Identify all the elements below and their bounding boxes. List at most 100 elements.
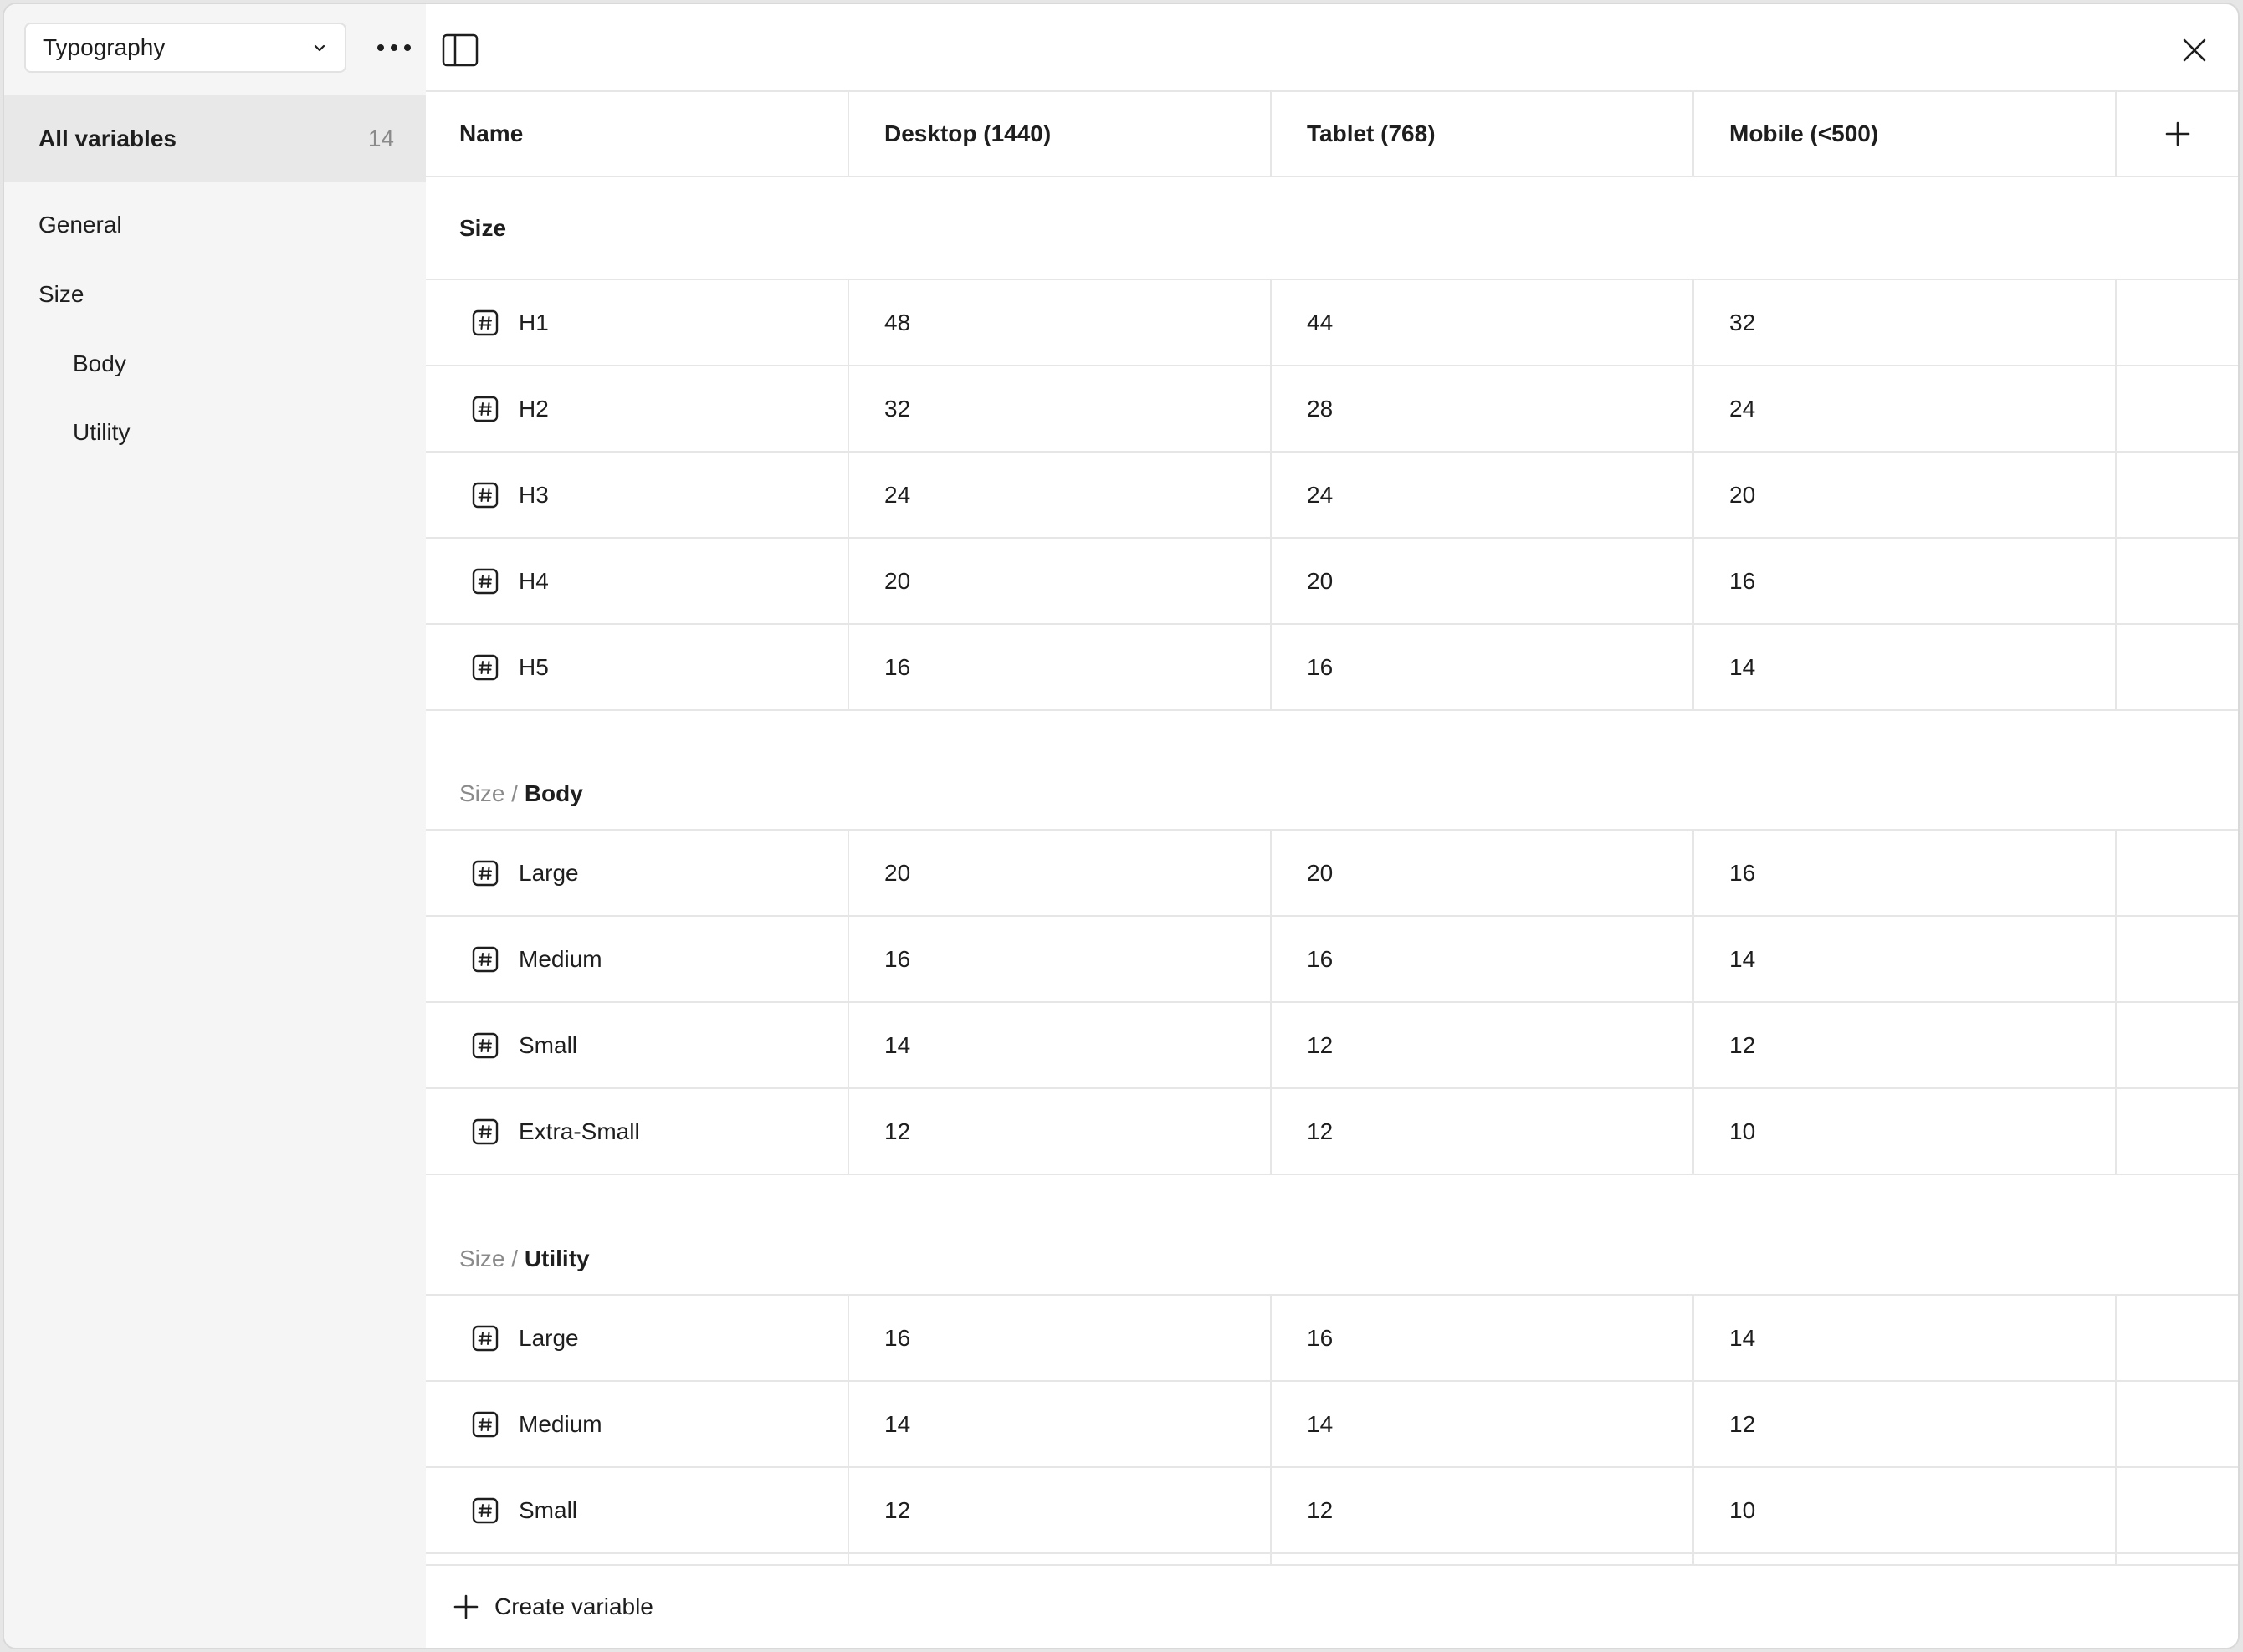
value-tablet[interactable]: 16 — [1270, 1296, 1692, 1380]
value-desktop[interactable]: 16 — [848, 625, 1270, 709]
variable-name: H2 — [519, 395, 549, 422]
value-mobile[interactable]: 14 — [1692, 625, 2115, 709]
value-desktop[interactable]: 32 — [848, 366, 1270, 451]
value-tablet[interactable]: 14 — [1270, 1382, 1692, 1466]
value-desktop[interactable]: 12 — [848, 1089, 1270, 1174]
variable-name-cell[interactable]: H4 — [426, 539, 848, 623]
variable-name-cell[interactable]: H1 — [426, 280, 848, 365]
variable-name: H3 — [519, 481, 549, 508]
column-header-desktop[interactable]: Desktop (1440) — [848, 92, 1270, 176]
value-desktop[interactable]: 48 — [848, 280, 1270, 365]
variable-name: H1 — [519, 309, 549, 335]
variable-name: H5 — [519, 653, 549, 680]
value-mobile[interactable]: 24 — [1692, 366, 2115, 451]
value-mobile[interactable]: 12 — [1692, 1382, 2115, 1466]
collection-name: Typography — [43, 34, 166, 60]
variable-name-cell[interactable]: H3 — [426, 453, 848, 537]
value-desktop[interactable]: 20 — [848, 539, 1270, 623]
sidebar-item-utility[interactable]: Utility — [73, 419, 130, 446]
value-tablet[interactable]: 20 — [1270, 539, 1692, 623]
empty-cell — [2115, 280, 2238, 365]
table-header: Name Desktop (1440) Tablet (768) Mobile … — [426, 90, 2238, 177]
value-desktop[interactable]: 24 — [848, 453, 1270, 537]
value-tablet[interactable]: 24 — [1270, 453, 1692, 537]
table-row[interactable]: H2 32 28 24 — [426, 366, 2238, 453]
group-breadcrumb: Size / — [459, 780, 525, 806]
value-mobile[interactable]: 14 — [1692, 1296, 2115, 1380]
group-breadcrumb: Size / — [459, 1245, 525, 1271]
variable-name-cell[interactable]: Large — [426, 831, 848, 915]
sidebar-item-body[interactable]: Body — [73, 350, 126, 377]
add-mode-button[interactable] — [2115, 92, 2238, 176]
table-row[interactable]: Extra-Small 12 12 10 — [426, 1089, 2238, 1175]
number-variable-icon — [472, 1118, 499, 1144]
sidebar-item-all-variables[interactable]: All variables 14 — [4, 95, 426, 182]
value-tablet[interactable]: 16 — [1270, 625, 1692, 709]
variable-name: Large — [519, 859, 579, 886]
variable-name-cell[interactable]: Large — [426, 1296, 848, 1380]
variables-window: Typography All variables 14 General Size… — [4, 4, 2238, 1648]
value-desktop[interactable]: 20 — [848, 831, 1270, 915]
variable-name-cell[interactable]: Extra-Small — [426, 1089, 848, 1174]
value-tablet[interactable]: 12 — [1270, 1468, 1692, 1552]
value-desktop[interactable]: 14 — [848, 1382, 1270, 1466]
empty-cell — [1692, 1554, 2115, 1564]
sidebar-item-general[interactable]: General — [38, 212, 122, 238]
value-tablet[interactable]: 12 — [1270, 1089, 1692, 1174]
value-desktop[interactable]: 16 — [848, 917, 1270, 1001]
value-mobile[interactable]: 14 — [1692, 917, 2115, 1001]
column-header-tablet[interactable]: Tablet (768) — [1270, 92, 1692, 176]
column-header-mobile[interactable]: Mobile (<500) — [1692, 92, 2115, 176]
table-row[interactable]: Small 14 12 12 — [426, 1003, 2238, 1089]
variable-name-cell[interactable]: H5 — [426, 625, 848, 709]
table-row[interactable]: H4 20 20 16 — [426, 539, 2238, 625]
table-row[interactable]: Small 12 12 10 — [426, 1468, 2238, 1554]
value-tablet[interactable]: 20 — [1270, 831, 1692, 915]
variable-name-cell[interactable]: Medium — [426, 1382, 848, 1466]
table-row[interactable]: Medium 14 14 12 — [426, 1382, 2238, 1468]
table-row[interactable]: Medium 16 16 14 — [426, 917, 2238, 1003]
column-header-name[interactable]: Name — [426, 92, 848, 176]
table-row[interactable]: H1 48 44 32 — [426, 280, 2238, 366]
variable-name-cell[interactable]: Small — [426, 1003, 848, 1087]
variable-name-cell[interactable]: H2 — [426, 366, 848, 451]
variable-name-cell[interactable]: Medium — [426, 917, 848, 1001]
value-tablet[interactable]: 16 — [1270, 917, 1692, 1001]
value-tablet[interactable]: 28 — [1270, 366, 1692, 451]
empty-cell — [2115, 1382, 2238, 1466]
sidebar-item-size[interactable]: Size — [38, 281, 84, 308]
empty-cell — [2115, 1003, 2238, 1087]
value-mobile[interactable]: 32 — [1692, 280, 2115, 365]
table-row-partial — [426, 1554, 2238, 1564]
value-mobile[interactable]: 16 — [1692, 539, 2115, 623]
empty-cell — [2115, 625, 2238, 709]
create-variable-button[interactable]: Create variable — [426, 1564, 2238, 1648]
value-tablet[interactable]: 44 — [1270, 280, 1692, 365]
close-icon — [2183, 38, 2206, 62]
group-header: Size / Utility — [426, 1193, 2238, 1296]
more-options-button[interactable] — [371, 27, 417, 69]
sidebar-toggle-button[interactable] — [442, 33, 479, 67]
all-variables-count: 14 — [367, 125, 394, 151]
collection-dropdown[interactable]: Typography — [24, 23, 346, 73]
value-desktop[interactable]: 14 — [848, 1003, 1270, 1087]
plus-icon — [2165, 121, 2189, 146]
table-row[interactable]: Large 20 20 16 — [426, 831, 2238, 917]
more-horizontal-icon — [377, 44, 411, 51]
empty-cell — [2115, 1296, 2238, 1380]
value-mobile[interactable]: 20 — [1692, 453, 2115, 537]
empty-cell — [2115, 539, 2238, 623]
close-button[interactable] — [2179, 35, 2210, 65]
value-desktop[interactable]: 16 — [848, 1296, 1270, 1380]
value-mobile[interactable]: 10 — [1692, 1468, 2115, 1552]
value-tablet[interactable]: 12 — [1270, 1003, 1692, 1087]
table-row[interactable]: H5 16 16 14 — [426, 625, 2238, 711]
value-mobile[interactable]: 10 — [1692, 1089, 2115, 1174]
plus-icon — [453, 1594, 479, 1619]
table-row[interactable]: H3 24 24 20 — [426, 453, 2238, 539]
variable-name-cell[interactable]: Small — [426, 1468, 848, 1552]
table-row[interactable]: Large 16 16 14 — [426, 1296, 2238, 1382]
value-mobile[interactable]: 16 — [1692, 831, 2115, 915]
value-mobile[interactable]: 12 — [1692, 1003, 2115, 1087]
value-desktop[interactable]: 12 — [848, 1468, 1270, 1552]
